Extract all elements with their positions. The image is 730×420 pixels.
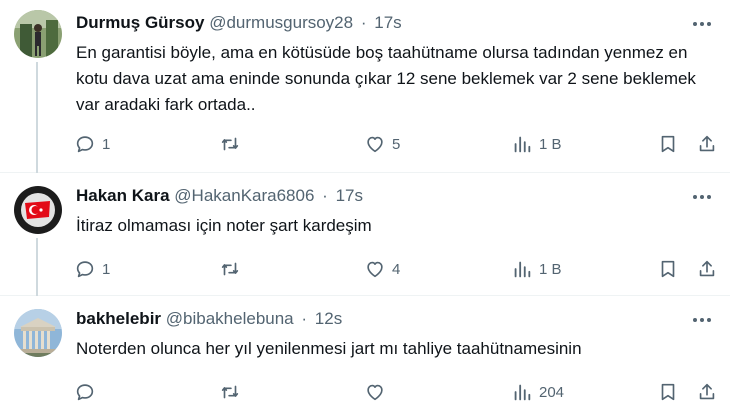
like-count: 4	[392, 260, 401, 278]
share-icon	[699, 260, 715, 277]
separator-dot: ·	[301, 309, 308, 328]
separator-dot: ·	[360, 13, 367, 32]
views-button[interactable]: 204	[511, 380, 564, 404]
more-icon[interactable]	[690, 310, 714, 330]
like-button[interactable]: 5	[364, 132, 400, 156]
like-button[interactable]	[364, 380, 392, 404]
share-button[interactable]	[696, 257, 718, 281]
reply-icon	[76, 261, 94, 278]
retweet-icon	[221, 262, 239, 276]
action-bar: 204	[74, 380, 720, 404]
reply-button[interactable]: 1	[74, 257, 110, 281]
tweet-header: bakhelebir @bibakhelebuna · 12s	[76, 308, 342, 330]
like-icon	[367, 136, 383, 153]
like-icon	[367, 384, 383, 401]
more-icon[interactable]	[690, 14, 714, 34]
views-count: 204	[539, 383, 565, 401]
timestamp[interactable]: 12s	[315, 309, 342, 328]
share-icon	[699, 383, 715, 400]
action-bar: 1 5 1 B	[74, 132, 720, 156]
tweet-text: En garantisi böyle, ama en kötüsüde boş …	[76, 43, 696, 114]
retweet-icon	[221, 385, 239, 399]
reply-icon	[76, 136, 94, 153]
like-icon	[367, 261, 383, 278]
user-handle[interactable]: @HakanKara6806	[174, 186, 314, 205]
retweet-button[interactable]	[219, 380, 247, 404]
display-name[interactable]: bakhelebir	[76, 309, 161, 328]
reply-button[interactable]	[74, 380, 102, 404]
thread-connector	[36, 62, 38, 173]
views-count: 1 B	[539, 135, 562, 153]
avatar[interactable]	[14, 309, 62, 357]
share-icon	[699, 135, 715, 152]
views-count: 1 B	[539, 260, 562, 278]
share-button[interactable]	[696, 380, 718, 404]
tweet[interactable]: Hakan Kara @HakanKara6806 · 17s İtiraz o…	[0, 173, 730, 296]
views-button[interactable]: 1 B	[511, 257, 562, 281]
retweet-button[interactable]	[219, 257, 247, 281]
tweet[interactable]: bakhelebir @bibakhelebuna · 12s Noterden…	[0, 296, 730, 420]
views-button[interactable]: 1 B	[511, 132, 562, 156]
like-count: 5	[392, 135, 401, 153]
views-icon	[514, 261, 531, 278]
separator-dot: ·	[322, 186, 328, 205]
user-handle[interactable]: @bibakhelebuna	[166, 309, 294, 328]
share-button[interactable]	[696, 132, 718, 156]
retweet-icon	[221, 137, 239, 151]
tweet-text: Noterden olunca her yıl yenilenmesi jart…	[76, 339, 582, 358]
reply-icon	[76, 384, 94, 401]
bookmark-icon	[661, 260, 675, 278]
retweet-button[interactable]	[219, 132, 247, 156]
timestamp[interactable]: 17s	[374, 13, 401, 32]
bookmark-button[interactable]	[657, 380, 679, 404]
more-icon[interactable]	[690, 187, 714, 207]
user-handle[interactable]: @durmusgursoy28	[209, 13, 353, 32]
tweet-header: Hakan Kara @HakanKara6806 · 17s	[76, 185, 363, 207]
tweet-header: Durmuş Gürsoy @durmusgursoy28 · 17s	[76, 12, 402, 34]
bookmark-button[interactable]	[657, 257, 679, 281]
display-name[interactable]: Durmuş Gürsoy	[76, 13, 204, 32]
display-name[interactable]: Hakan Kara	[76, 186, 170, 205]
bookmark-button[interactable]	[657, 132, 679, 156]
like-button[interactable]: 4	[364, 257, 400, 281]
thread-connector	[36, 238, 38, 296]
bookmark-icon	[661, 383, 675, 401]
bookmark-icon	[661, 135, 675, 153]
timestamp[interactable]: 17s	[336, 186, 363, 205]
tweet[interactable]: Durmuş Gürsoy @durmusgursoy28 · 17s En g…	[0, 0, 730, 173]
avatar[interactable]	[14, 186, 62, 234]
reply-thread: Durmuş Gürsoy @durmusgursoy28 · 17s En g…	[0, 0, 730, 420]
reply-button[interactable]: 1	[74, 132, 110, 156]
tweet-text: İtiraz olmaması için noter şart kardeşim	[76, 216, 372, 235]
action-bar: 1 4 1 B	[74, 257, 720, 281]
reply-count: 1	[102, 260, 111, 278]
avatar[interactable]	[14, 10, 62, 58]
views-icon	[514, 136, 531, 153]
reply-count: 1	[102, 135, 111, 153]
views-icon	[514, 384, 531, 401]
